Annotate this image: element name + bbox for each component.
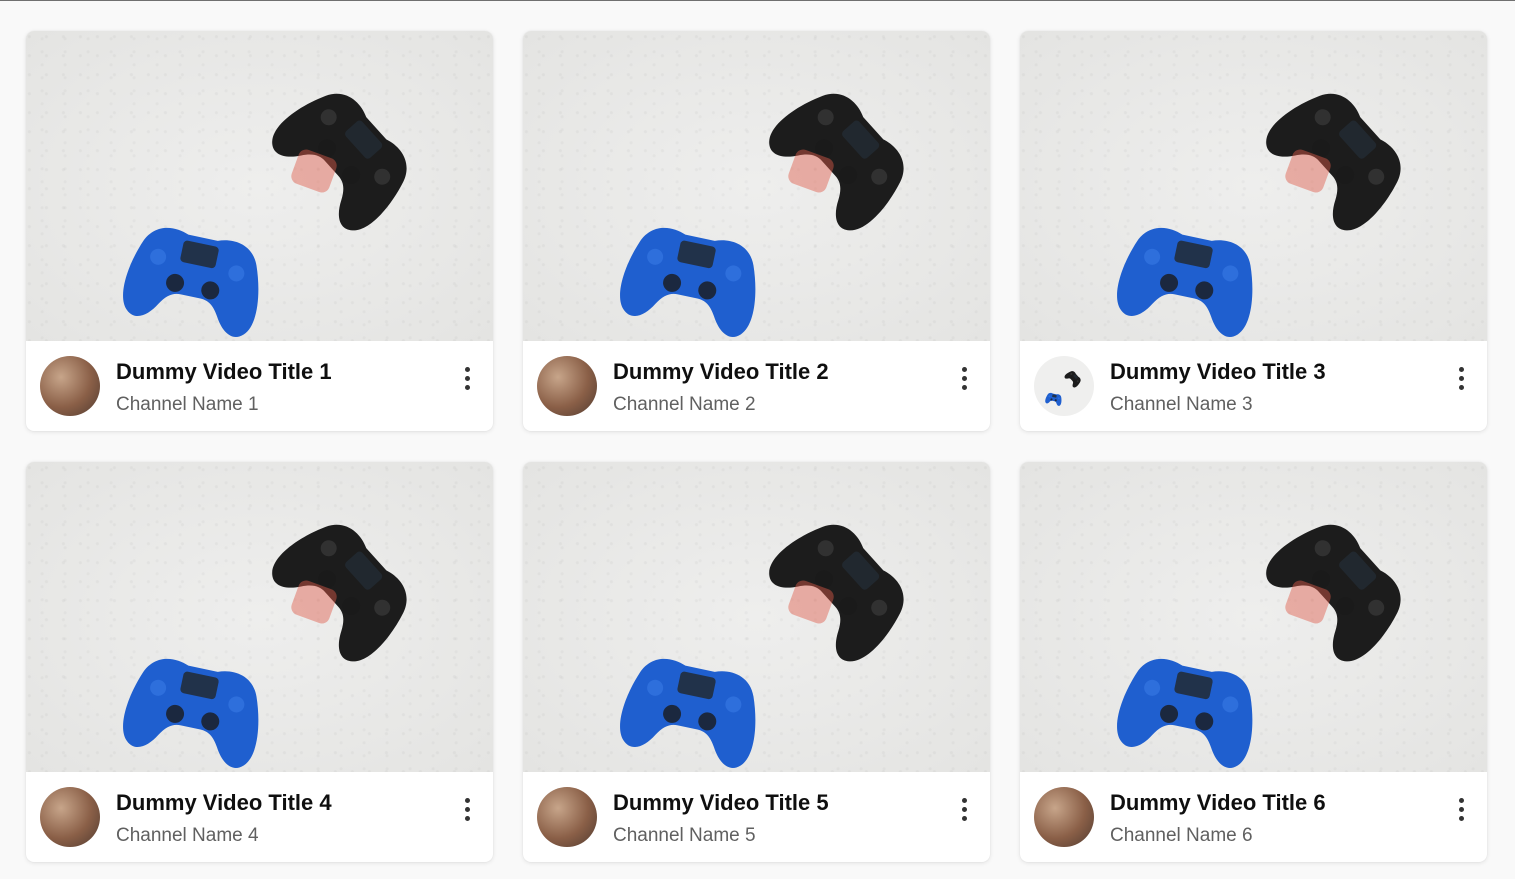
channel-avatar[interactable] xyxy=(1034,787,1094,847)
channel-name[interactable]: Channel Name 6 xyxy=(1110,825,1253,847)
game-controllers-thumbnail xyxy=(123,93,407,337)
game-controllers-thumbnail xyxy=(1117,524,1401,768)
channel-name[interactable]: Channel Name 4 xyxy=(116,825,259,847)
video-meta: Dummy Video Title 2 Channel Name 2 xyxy=(523,341,990,431)
channel-name[interactable]: Channel Name 3 xyxy=(1110,394,1253,416)
video-title[interactable]: Dummy Video Title 5 xyxy=(613,790,829,816)
video-title[interactable]: Dummy Video Title 6 xyxy=(1110,790,1326,816)
video-card[interactable]: Dummy Video Title 2 Channel Name 2 xyxy=(523,31,990,431)
channel-avatar[interactable] xyxy=(537,356,597,416)
channel-name[interactable]: Channel Name 1 xyxy=(116,394,259,416)
channel-avatar[interactable] xyxy=(537,787,597,847)
video-thumbnail[interactable] xyxy=(523,31,990,341)
video-title[interactable]: Dummy Video Title 4 xyxy=(116,790,332,816)
more-vertical-icon[interactable] xyxy=(1447,794,1475,824)
video-card[interactable]: Dummy Video Title 6 Channel Name 6 xyxy=(1020,462,1487,862)
channel-avatar[interactable] xyxy=(40,787,100,847)
game-controllers-thumbnail xyxy=(620,524,904,768)
more-vertical-icon[interactable] xyxy=(1447,363,1475,393)
video-thumbnail[interactable] xyxy=(26,31,493,341)
video-grid: Dummy Video Title 1 Channel Name 1 Dummy… xyxy=(26,31,1487,862)
video-title[interactable]: Dummy Video Title 3 xyxy=(1110,359,1326,385)
video-meta: Dummy Video Title 6 Channel Name 6 xyxy=(1020,772,1487,862)
video-card[interactable]: Dummy Video Title 3 Channel Name 3 xyxy=(1020,31,1487,431)
channel-name[interactable]: Channel Name 2 xyxy=(613,394,756,416)
more-vertical-icon[interactable] xyxy=(950,363,978,393)
top-divider xyxy=(0,0,1515,1)
video-thumbnail[interactable] xyxy=(1020,462,1487,772)
video-title[interactable]: Dummy Video Title 1 xyxy=(116,359,332,385)
video-meta: Dummy Video Title 3 Channel Name 3 xyxy=(1020,341,1487,431)
video-card[interactable]: Dummy Video Title 4 Channel Name 4 xyxy=(26,462,493,862)
channel-name[interactable]: Channel Name 5 xyxy=(613,825,756,847)
game-controllers-thumbnail xyxy=(123,524,407,768)
video-thumbnail[interactable] xyxy=(523,462,990,772)
video-meta: Dummy Video Title 4 Channel Name 4 xyxy=(26,772,493,862)
more-vertical-icon[interactable] xyxy=(453,794,481,824)
more-vertical-icon[interactable] xyxy=(453,363,481,393)
video-meta: Dummy Video Title 5 Channel Name 5 xyxy=(523,772,990,862)
video-thumbnail[interactable] xyxy=(1020,31,1487,341)
game-controllers-thumbnail xyxy=(620,93,904,337)
video-card[interactable]: Dummy Video Title 5 Channel Name 5 xyxy=(523,462,990,862)
channel-avatar[interactable] xyxy=(1034,356,1094,416)
video-thumbnail[interactable] xyxy=(26,462,493,772)
game-controllers-thumbnail xyxy=(1117,93,1401,337)
video-title[interactable]: Dummy Video Title 2 xyxy=(613,359,829,385)
more-vertical-icon[interactable] xyxy=(950,794,978,824)
channel-avatar[interactable] xyxy=(40,356,100,416)
video-meta: Dummy Video Title 1 Channel Name 1 xyxy=(26,341,493,431)
video-card[interactable]: Dummy Video Title 1 Channel Name 1 xyxy=(26,31,493,431)
